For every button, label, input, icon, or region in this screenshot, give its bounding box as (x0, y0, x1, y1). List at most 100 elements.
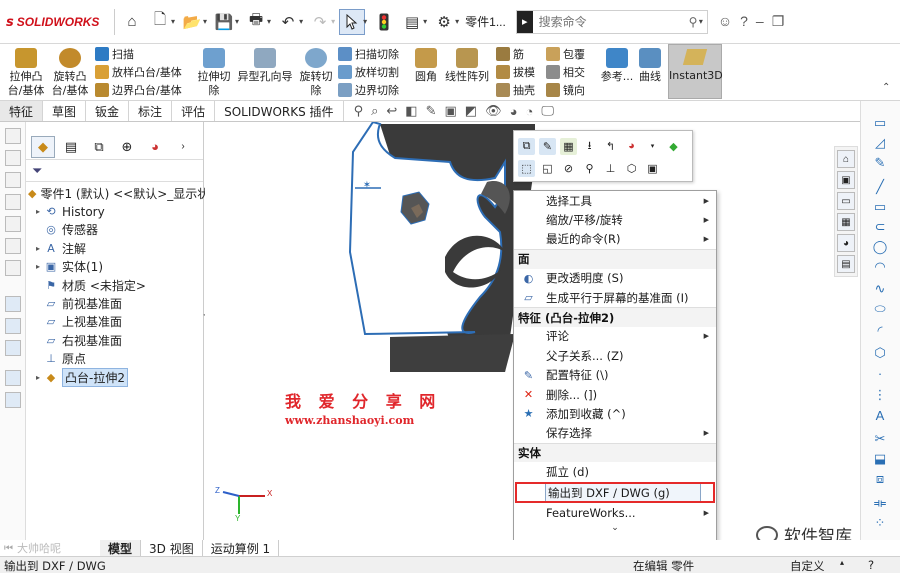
sketch-tools-icon[interactable]: ✎ (871, 155, 889, 171)
folder-icon[interactable]: ▭ (837, 192, 855, 210)
chevron-down-icon[interactable]: ▾ (203, 17, 207, 26)
menu-item[interactable]: 输出到 DXF / DWG (g) (515, 481, 715, 504)
normal-view-icon[interactable]: ⊥ (602, 160, 619, 177)
display-style-icon[interactable]: ▣ (644, 160, 661, 177)
tree-item[interactable]: ⊥ 原点 (26, 350, 203, 368)
offset-icon[interactable]: ⧈ (871, 471, 889, 487)
strip-tool-icon[interactable] (4, 370, 21, 386)
mirror-button[interactable]: 镜向 (546, 82, 585, 98)
convert-entities-icon[interactable]: ⬓ (871, 451, 889, 467)
chevron-down-icon[interactable]: ▾ (267, 17, 271, 26)
select-loop-icon[interactable]: ◱ (539, 160, 556, 177)
tree-item[interactable]: ▸ ▣ 实体(1) (26, 258, 203, 276)
boundary-cut-button[interactable]: 边界切除 (338, 82, 399, 98)
menu-item[interactable]: ★ 添加到收藏 (^) (514, 404, 716, 423)
tree-item[interactable]: ▱ 右视基准面 (26, 331, 203, 349)
select-body-icon[interactable]: ⬚ (518, 159, 535, 177)
edit-appearance-icon[interactable]: ◕ (510, 104, 518, 119)
menu-item[interactable]: 父子关系... (Z) (514, 346, 716, 365)
menu-item[interactable]: ▱ 生成平行于屏幕的基准面 (I) (514, 288, 716, 307)
menu-item[interactable]: 孤立 (d) (514, 462, 716, 481)
tree-item[interactable]: ▱ 前视基准面 (26, 294, 203, 312)
wrap-button[interactable]: 包覆 (546, 46, 585, 62)
swept-cut-button[interactable]: 扫描切除 (338, 46, 399, 62)
strip-tool-icon[interactable] (4, 260, 21, 276)
polygon-icon[interactable]: ⬡ (871, 345, 889, 361)
tab-sketch[interactable]: 草图 (43, 101, 87, 121)
sketch-plane-icon[interactable]: ▦ (560, 137, 577, 155)
file-properties-icon[interactable]: ▤ (399, 9, 425, 35)
view-cube-icon[interactable]: ▣ (837, 171, 855, 189)
chevron-down-icon[interactable]: ▾ (171, 17, 175, 26)
spline-icon[interactable]: ∿ (871, 281, 889, 297)
rollback-icon[interactable]: ↰ (602, 138, 619, 155)
chevron-down-icon[interactable]: ▾ (299, 17, 303, 26)
sketch-icon[interactable]: ▭ (871, 115, 889, 131)
shell-button[interactable]: 抽壳 (496, 82, 535, 98)
strip-tool-icon[interactable] (4, 128, 21, 144)
tab-model[interactable]: 模型 (100, 540, 142, 556)
zoom-area-icon[interactable]: ⌕ (371, 103, 378, 119)
menu-item[interactable]: 评论 ▶ (514, 327, 716, 346)
chevron-down-icon[interactable]: ▾ (363, 17, 367, 26)
slot-icon[interactable]: ⊂ (871, 219, 889, 235)
print-icon[interactable]: 🖶 (243, 9, 269, 35)
apply-scene-icon[interactable]: ◔ (525, 104, 533, 119)
rebuild-traffic-light-icon[interactable] (371, 9, 397, 35)
tab-motion-study[interactable]: 运动算例 1 (203, 540, 280, 556)
options-gear-icon[interactable]: ⚙ (431, 9, 457, 35)
revolve-boss-button[interactable]: 旋转凸 台/基体 (50, 48, 90, 98)
redo-icon[interactable]: ↷ (307, 9, 333, 35)
strip-tool-icon[interactable] (4, 296, 21, 312)
strip-tool-icon[interactable] (4, 318, 21, 334)
feature-tree-tab-icon[interactable]: ◆ (31, 135, 55, 158)
home-icon[interactable]: ⌂ (837, 150, 855, 168)
mirror-sketch-icon[interactable]: ⟚ (871, 495, 889, 511)
linear-pattern-button[interactable]: 线性阵列 (444, 48, 490, 84)
curves-button[interactable]: 曲线 (636, 48, 664, 84)
fillet-sketch-icon[interactable]: ◜ (871, 323, 889, 339)
lofted-cut-button[interactable]: 放样切割 (338, 64, 399, 80)
chevron-down-icon[interactable]: ▾ (331, 17, 335, 26)
point-icon[interactable]: · (871, 365, 889, 381)
chevron-up-icon[interactable]: ▴ (840, 558, 844, 567)
line-icon[interactable]: ╱ (871, 179, 889, 195)
loft-boss-button[interactable]: 放样凸台/基体 (95, 64, 182, 80)
instant3d-button[interactable]: Instant3D (668, 44, 723, 99)
zoom-to-selection-icon[interactable]: ⚲ (581, 160, 598, 177)
menu-item[interactable]: 缩放/平移/旋转 ▶ (514, 210, 716, 229)
chevron-down-icon[interactable]: ▾ (644, 138, 661, 155)
chevron-down-icon[interactable]: ▾ (235, 17, 239, 26)
revolve-cut-button[interactable]: 旋转切 除 (298, 48, 334, 98)
appearance-icon[interactable]: ◕ (837, 234, 855, 252)
property-manager-tab-icon[interactable]: ▤ (59, 136, 83, 158)
strip-tool-icon[interactable] (4, 172, 21, 188)
search-mode-icon[interactable]: ▸ (516, 10, 533, 33)
undo-icon[interactable]: ↶ (275, 9, 301, 35)
section-view-icon[interactable]: ◧ (405, 103, 417, 119)
tab-evaluate[interactable]: 评估 (172, 101, 216, 121)
reference-geometry-button[interactable]: 参考... (600, 48, 634, 84)
tree-item[interactable]: ▸ ⟲ History (26, 202, 203, 220)
home-icon[interactable]: ⌂ (119, 9, 145, 35)
tab-solidworks-addins[interactable]: SOLIDWORKS 插件 (215, 101, 344, 121)
chevron-down-icon[interactable]: ▾ (455, 17, 459, 26)
tree-item[interactable]: ▱ 上视基准面 (26, 313, 203, 331)
normal-to-icon[interactable]: ⭳ (581, 138, 598, 155)
minimize-icon[interactable]: – (756, 13, 764, 30)
expand-arrow-icon[interactable]: ▸ (32, 262, 44, 271)
strip-tool-icon[interactable] (4, 392, 21, 408)
draft-button[interactable]: 拔模 (496, 64, 535, 80)
hide-icon[interactable]: ⊘ (560, 160, 577, 177)
rib-button[interactable]: 筋 (496, 46, 524, 62)
menu-item[interactable]: ✕ 删除... (]) (514, 385, 716, 404)
dynamic-annotation-icon[interactable]: ✎ (426, 103, 437, 119)
view-settings-icon[interactable]: 🖵 (541, 103, 554, 119)
tab-features[interactable]: 特征 (0, 101, 44, 121)
search-commands-box[interactable]: ▸ ⚲ ▾ (515, 9, 708, 34)
menu-item[interactable]: FeatureWorks... ▶ (514, 503, 716, 522)
ribbon-collapse-icon[interactable]: ⌃ (882, 82, 890, 93)
expand-arrow-icon[interactable]: ▸ (32, 373, 44, 382)
tree-root[interactable]: ◆ 零件1 (默认) <<默认>_显示状 (26, 184, 209, 202)
sweep-button[interactable]: 扫描 (95, 46, 134, 62)
